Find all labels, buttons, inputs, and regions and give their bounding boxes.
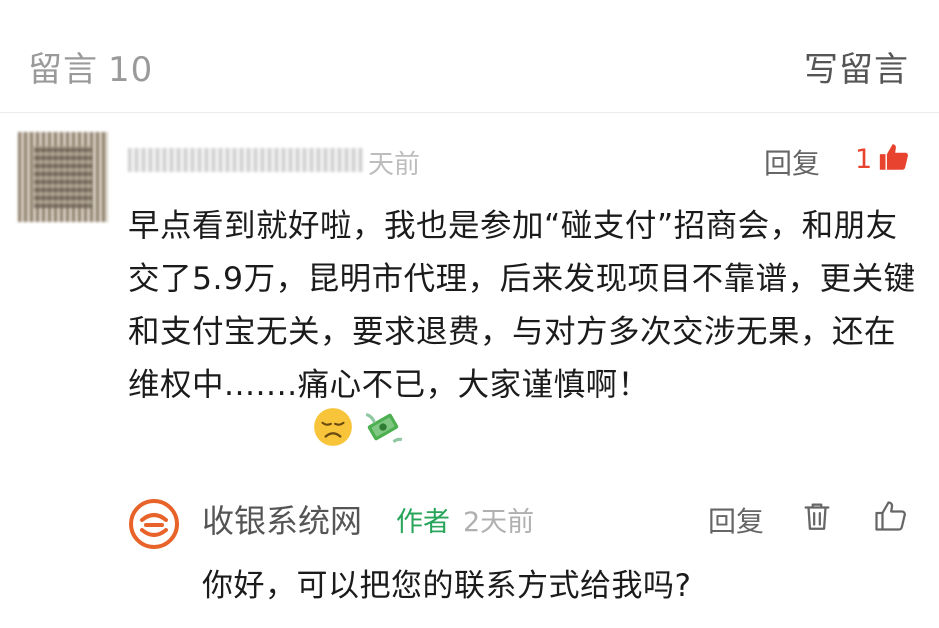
write-comment-button[interactable]: 写留言 [804,42,909,91]
thumbs-up-filled-icon[interactable] [877,140,911,174]
money-with-wings-icon [365,412,403,443]
reply-button[interactable]: 回复 [708,500,764,540]
comment-time: 天前 [368,150,421,180]
comments-header: 留言 10 写留言 [0,0,939,110]
author-badge: 作者 [396,507,450,538]
like-count: 1 [855,144,873,175]
divider [0,112,939,113]
avatar[interactable] [18,132,108,222]
comment-count-label: 留言 10 [28,42,153,91]
trash-icon[interactable] [800,498,834,534]
thumbs-up-outline-icon[interactable] [872,498,908,534]
reply-button[interactable]: 回复 [764,142,820,182]
comment-meta: 天前 [128,142,428,180]
disappointed-face-icon [314,408,352,446]
comment-count: 10 [108,50,154,90]
reply-text: 你好，可以把您的联系方式给我吗? [202,568,692,604]
section-title: 留言 [28,50,98,90]
author-name: 收银系统网 [202,502,363,540]
author-logo-icon[interactable] [128,498,180,550]
comment-text: 早点看到就好啦，我也是参加“碰支付”招商会，和朋友交了5.9万，昆明市代理，后来… [128,208,916,403]
blurred-nickname [128,148,363,172]
reply-time: 2天前 [463,507,535,538]
